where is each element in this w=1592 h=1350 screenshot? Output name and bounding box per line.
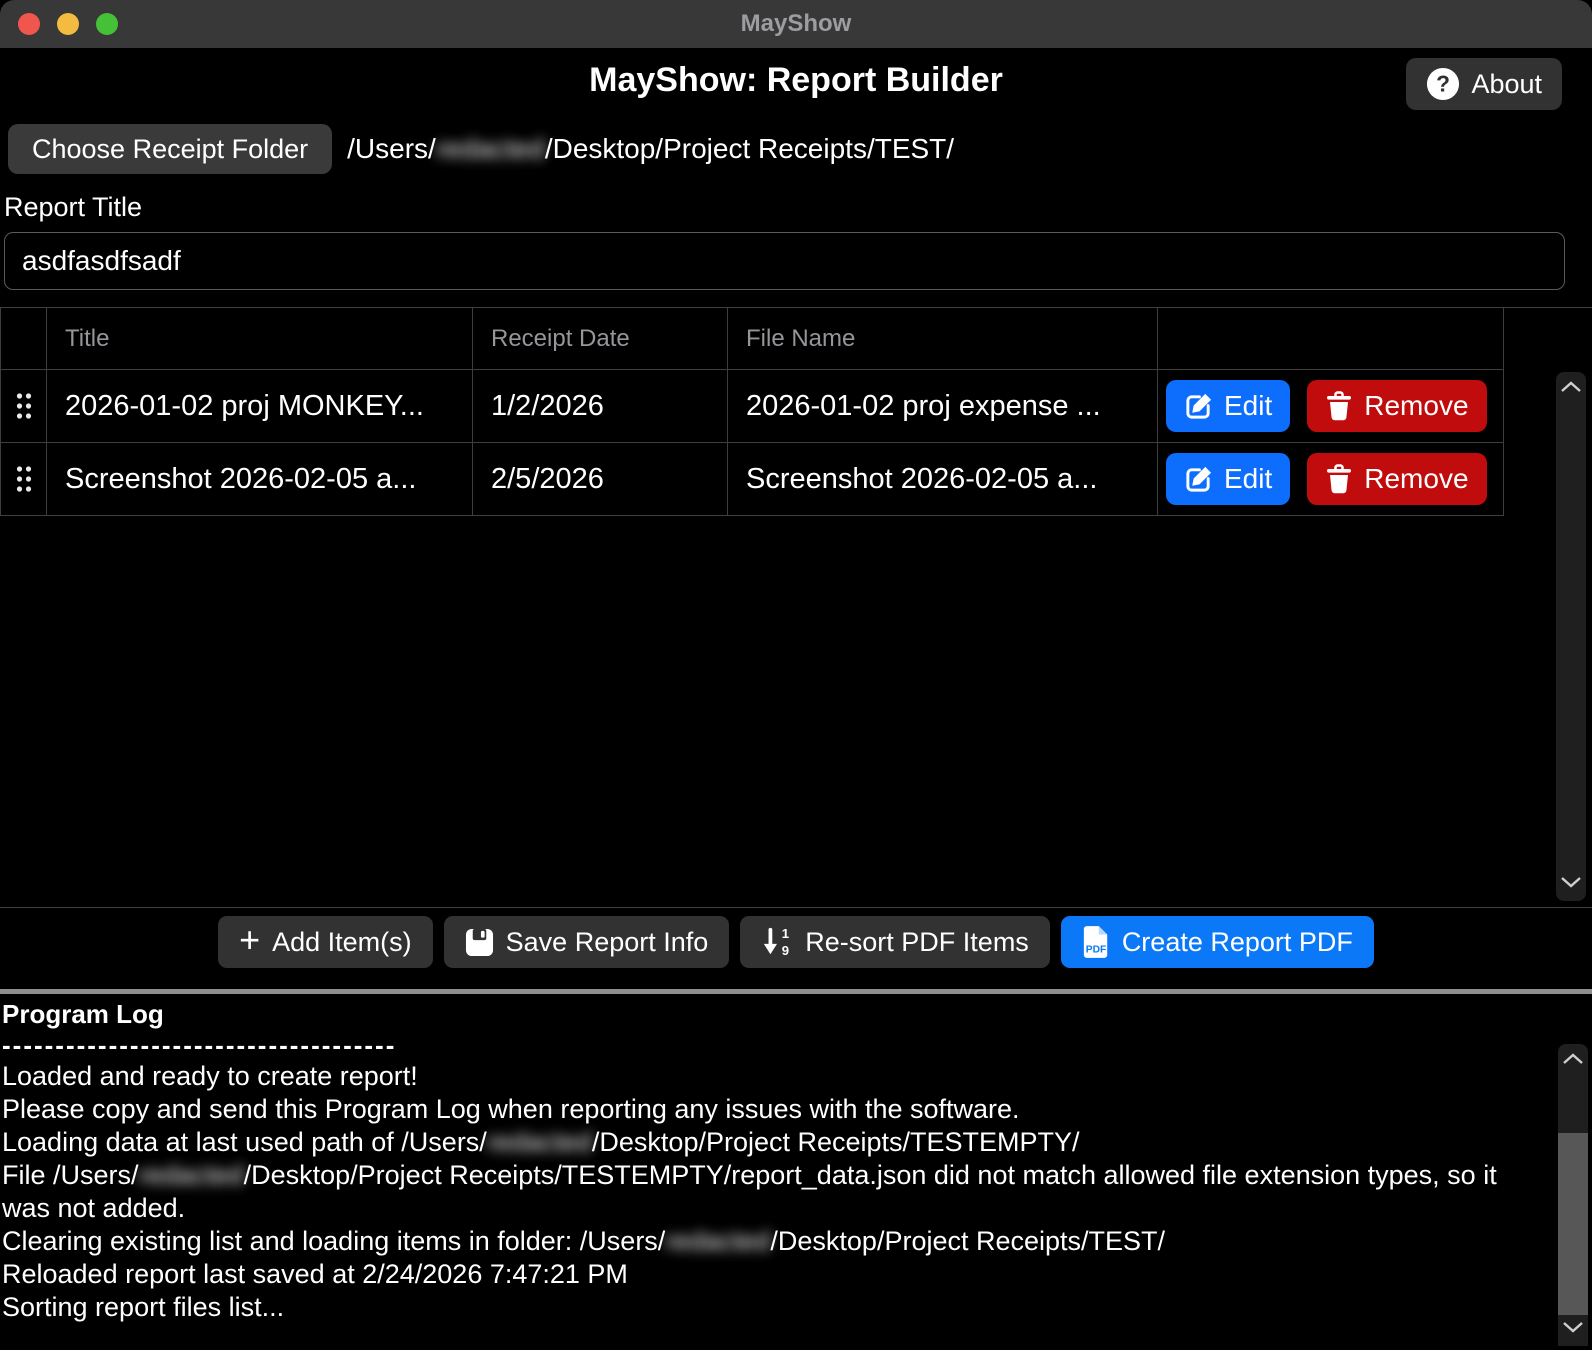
about-label: About	[1471, 69, 1542, 100]
report-title-label: Report Title	[4, 192, 1592, 222]
chevron-down-icon[interactable]	[1560, 875, 1582, 893]
cell-actions: Edit Remove	[1158, 370, 1504, 442]
trash-icon	[1325, 391, 1353, 421]
app-window: MayShow MayShow: Report Builder ? About …	[0, 0, 1592, 1350]
sort-numeric-down-icon: 19	[761, 926, 793, 958]
column-header-title: Title	[47, 308, 473, 369]
about-button[interactable]: ? About	[1406, 58, 1562, 110]
question-circle-icon: ?	[1426, 67, 1460, 101]
column-header-actions	[1158, 308, 1504, 369]
plus-icon: +	[239, 922, 260, 958]
path-prefix: /Users/	[347, 133, 436, 164]
footer-actions: + Add Item(s) Save Report Info 19 Re-sor…	[0, 908, 1592, 980]
save-report-info-button[interactable]: Save Report Info	[444, 916, 730, 968]
log-line: Loaded and ready to create report!	[2, 1060, 1522, 1093]
cell-title: 2026-01-02 proj MONKEY...	[47, 370, 473, 442]
cell-actions: Edit Remove	[1158, 443, 1504, 515]
save-report-info-label: Save Report Info	[506, 927, 709, 958]
close-button[interactable]	[18, 13, 40, 35]
column-header-file-name: File Name	[728, 308, 1158, 369]
grip-icon	[15, 392, 33, 420]
log-line: Please copy and send this Program Log wh…	[2, 1093, 1522, 1126]
create-report-pdf-button[interactable]: PDF Create Report PDF	[1061, 916, 1374, 968]
drag-handle[interactable]	[1, 443, 47, 515]
traffic-lights	[18, 13, 118, 35]
edit-label: Edit	[1224, 390, 1272, 422]
table-scrollbar[interactable]	[1556, 372, 1586, 901]
pencil-square-icon	[1184, 392, 1213, 421]
edit-label: Edit	[1224, 463, 1272, 495]
pencil-square-icon	[1184, 465, 1213, 494]
edit-button[interactable]: Edit	[1166, 453, 1290, 505]
pdf-file-icon: PDF	[1082, 925, 1110, 959]
log-line: Reloaded report last saved at 2/24/2026 …	[2, 1258, 1522, 1291]
create-report-pdf-label: Create Report PDF	[1122, 927, 1353, 958]
cell-title: Screenshot 2026-02-05 a...	[47, 443, 473, 515]
log-line: Loading data at last used path of /Users…	[2, 1126, 1522, 1159]
svg-text:PDF: PDF	[1086, 944, 1107, 955]
choose-receipt-folder-button[interactable]: Choose Receipt Folder	[8, 124, 332, 174]
remove-label: Remove	[1364, 463, 1468, 495]
handle-column-header	[1, 308, 47, 369]
cell-file-name: Screenshot 2026-02-05 a...	[728, 443, 1158, 515]
window-title: MayShow	[741, 10, 852, 38]
report-title-input[interactable]	[4, 232, 1565, 290]
program-log: Program Log ----------------------------…	[0, 994, 1592, 1346]
path-suffix: /Desktop/Project Receipts/TEST/	[545, 133, 954, 164]
svg-text:9: 9	[782, 943, 789, 958]
log-line: Sorting report files list...	[2, 1291, 1522, 1324]
scrollbar-thumb[interactable]	[1558, 1133, 1588, 1315]
column-header-receipt-date: Receipt Date	[473, 308, 728, 369]
add-items-button[interactable]: + Add Item(s)	[218, 916, 433, 968]
add-items-label: Add Item(s)	[272, 927, 412, 958]
resort-pdf-items-button[interactable]: 19 Re-sort PDF Items	[740, 916, 1050, 968]
save-floppy-icon	[465, 928, 494, 957]
table-row: Screenshot 2026-02-05 a... 2/5/2026 Scre…	[1, 443, 1504, 516]
minimize-button[interactable]	[57, 13, 79, 35]
chevron-down-icon[interactable]	[1562, 1320, 1584, 1338]
titlebar: MayShow	[0, 0, 1592, 48]
receipt-folder-path: /Users/redacted/Desktop/Project Receipts…	[347, 133, 954, 165]
cell-receipt-date: 2/5/2026	[473, 443, 728, 515]
items-table: Title Receipt Date File Name 2026-01-02 …	[0, 307, 1592, 908]
cell-file-name: 2026-01-02 proj expense ...	[728, 370, 1158, 442]
edit-button[interactable]: Edit	[1166, 380, 1290, 432]
log-line: Clearing existing list and loading items…	[2, 1225, 1522, 1258]
svg-text:1: 1	[782, 926, 789, 941]
drag-handle[interactable]	[1, 370, 47, 442]
remove-button[interactable]: Remove	[1307, 380, 1486, 432]
remove-button[interactable]: Remove	[1307, 453, 1486, 505]
trash-icon	[1325, 464, 1353, 494]
log-line: File /Users/redacted/Desktop/Project Rec…	[2, 1159, 1522, 1225]
zoom-button[interactable]	[96, 13, 118, 35]
chevron-up-icon[interactable]	[1560, 380, 1582, 398]
redacted-username: redacted	[665, 1226, 770, 1256]
log-scrollbar[interactable]	[1558, 1044, 1588, 1346]
program-log-title: Program Log	[2, 998, 1522, 1030]
chevron-up-icon[interactable]	[1562, 1052, 1584, 1070]
table-header-row: Title Receipt Date File Name	[1, 308, 1504, 370]
resort-pdf-items-label: Re-sort PDF Items	[805, 927, 1029, 958]
table-row: 2026-01-02 proj MONKEY... 1/2/2026 2026-…	[1, 370, 1504, 443]
log-dashed-line: -------------------------------------	[2, 1030, 1522, 1060]
page-title: MayShow: Report Builder	[0, 48, 1592, 100]
redacted-username: redacted	[139, 1160, 244, 1190]
remove-label: Remove	[1364, 390, 1468, 422]
redacted-username: redacted	[436, 133, 545, 164]
cell-receipt-date: 1/2/2026	[473, 370, 728, 442]
grip-icon	[15, 465, 33, 493]
svg-text:?: ?	[1437, 71, 1451, 97]
log-lines: Loaded and ready to create report!Please…	[2, 1060, 1522, 1324]
header: MayShow: Report Builder ? About	[0, 48, 1592, 116]
folder-row: Choose Receipt Folder /Users/redacted/De…	[8, 124, 1592, 174]
redacted-username: redacted	[487, 1127, 592, 1157]
